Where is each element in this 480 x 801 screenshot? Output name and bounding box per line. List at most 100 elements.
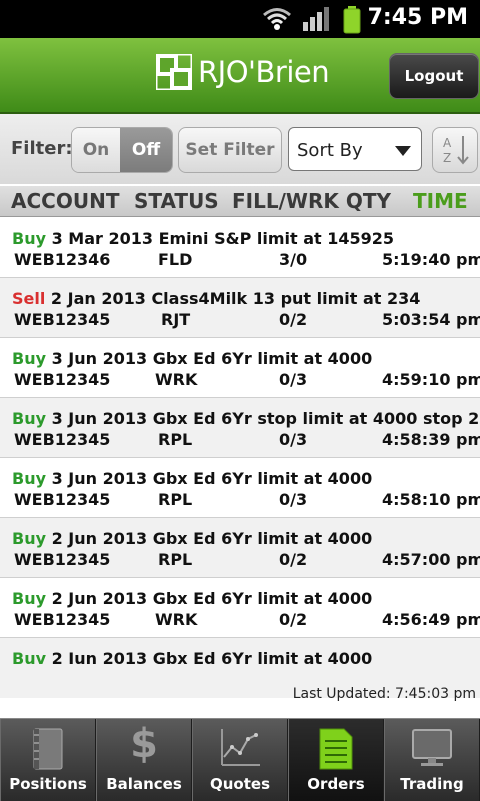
order-desc-text: 3 Jun 2013 Gbx Ed 6Yr limit at 4000 xyxy=(51,469,373,488)
app-header: RJO'Brien Logout xyxy=(0,38,480,114)
monitor-icon xyxy=(410,727,454,773)
status-bar: 7:45 PM xyxy=(0,0,480,38)
order-description: Buy 2 Jun 2013 Gbx Ed 6Yr limit at 4000 xyxy=(12,529,372,548)
tab-trading-label: Trading xyxy=(400,775,464,793)
tab-orders[interactable]: Orders xyxy=(288,719,384,801)
order-side: Buy xyxy=(12,469,47,488)
order-desc-text: 3 Jun 2013 Gbx Ed 6Yr limit at 4000 xyxy=(51,349,373,368)
order-desc-text: 3 Mar 2013 Emini S&P limit at 145925 xyxy=(51,229,395,248)
order-side: Buy xyxy=(12,589,47,608)
document-icon xyxy=(317,727,355,775)
order-account: WEB12345 xyxy=(14,310,111,329)
filter-toggle-on[interactable]: On xyxy=(72,128,120,172)
order-description: Buy 3 Jun 2013 Gbx Ed 6Yr stop limit at … xyxy=(12,409,480,428)
order-qty: 0/3 xyxy=(279,370,308,389)
set-filter-button[interactable]: Set Filter xyxy=(178,127,282,173)
chevron-down-icon xyxy=(395,146,411,156)
order-account: WEB12345 xyxy=(14,370,111,389)
order-time: 5:03:54 pm xyxy=(382,310,480,329)
order-account: WEB12346 xyxy=(14,250,111,269)
order-qty: 0/3 xyxy=(279,430,308,449)
line-chart-icon xyxy=(218,727,262,773)
notebook-icon xyxy=(30,727,66,775)
filter-label: Filter: xyxy=(11,138,73,159)
order-side: Sell xyxy=(12,289,46,308)
order-description: Sell 2 Jan 2013 Class4Milk 13 put limit … xyxy=(12,289,420,308)
order-side: Buv xyxy=(12,649,47,668)
tab-quotes-label: Quotes xyxy=(209,775,270,793)
order-account: WEB12345 xyxy=(14,490,111,509)
order-description: Buy 3 Jun 2013 Gbx Ed 6Yr limit at 4000 xyxy=(12,469,372,488)
column-fill-wrk-qty[interactable]: FILL/WRK QTY xyxy=(232,189,391,213)
order-time: 4:59:10 pm xyxy=(382,370,480,389)
order-description: Buy 2 Jun 2013 Gbx Ed 6Yr limit at 4000 xyxy=(12,589,372,608)
tab-positions-label: Positions xyxy=(9,775,87,793)
order-row[interactable]: Sell 2 Jan 2013 Class4Milk 13 put limit … xyxy=(0,278,480,338)
order-desc-text: 2 Jun 2013 Gbx Ed 6Yr limit at 4000 xyxy=(51,589,373,608)
order-desc-text: 2 Jan 2013 Class4Milk 13 put limit at 23… xyxy=(50,289,421,308)
order-qty: 0/2 xyxy=(279,610,308,629)
sort-by-value: Sort By xyxy=(297,140,363,161)
sort-az-icon: A Z xyxy=(433,136,477,176)
logout-button[interactable]: Logout xyxy=(389,53,479,99)
order-status: RPL xyxy=(158,490,193,509)
sort-by-select[interactable]: Sort By xyxy=(288,127,422,171)
order-side: Buy xyxy=(12,349,47,368)
order-account: WEB12345 xyxy=(14,430,111,449)
order-status: WRK xyxy=(155,610,198,629)
signal-icon xyxy=(302,6,330,36)
order-side: Buy xyxy=(12,529,47,548)
order-status: RPL xyxy=(158,550,193,569)
order-qty: 0/2 xyxy=(279,550,308,569)
order-time: 4:57:00 pm xyxy=(382,550,480,569)
order-row[interactable]: Buy 3 Mar 2013 Emini S&P limit at 145925… xyxy=(0,218,480,278)
order-time: 4:58:10 pm xyxy=(382,490,480,509)
order-status: FLD xyxy=(158,250,193,269)
order-time: 4:58:39 pm xyxy=(382,430,480,449)
tab-trading[interactable]: Trading xyxy=(384,719,480,801)
order-qty: 3/0 xyxy=(279,250,308,269)
order-description: Buy 3 Mar 2013 Emini S&P limit at 145925 xyxy=(12,229,394,248)
order-status: WRK xyxy=(155,370,198,389)
order-status: RJT xyxy=(161,310,191,329)
svg-text:Z: Z xyxy=(443,151,451,165)
order-qty: 0/2 xyxy=(279,310,308,329)
wifi-icon xyxy=(262,6,292,36)
order-description: Buy 3 Jun 2013 Gbx Ed 6Yr limit at 4000 xyxy=(12,349,372,368)
order-desc-text: 2 Jun 2013 Gbx Ed 6Yr limit at 4000 xyxy=(51,529,373,548)
logo-mark-icon xyxy=(154,52,194,92)
column-status[interactable]: STATUS xyxy=(134,189,219,213)
sort-direction-button[interactable]: A Z xyxy=(432,127,478,173)
column-account[interactable]: ACCOUNT xyxy=(11,189,119,213)
order-account: WEB12345 xyxy=(14,550,111,569)
order-side: Buy xyxy=(12,229,47,248)
order-row[interactable]: Buy 2 Jun 2013 Gbx Ed 6Yr limit at 4000 … xyxy=(0,518,480,578)
last-updated-text: Last Updated: 7:45:03 pm xyxy=(292,686,476,702)
bottom-tab-bar: Positions $ Balances Quotes Orders Tradi… xyxy=(0,718,480,801)
order-row[interactable]: Buy 3 Jun 2013 Gbx Ed 6Yr limit at 4000 … xyxy=(0,458,480,518)
svg-text:A: A xyxy=(443,136,452,150)
order-time: 5:19:40 pm xyxy=(382,250,480,269)
logo-text: RJO'Brien xyxy=(198,55,330,89)
order-description: Buv 2 Iun 2013 Gbx Ed 6Yr limit at 4000 xyxy=(12,649,372,668)
orders-column-header: ACCOUNT STATUS FILL/WRK QTY TIME xyxy=(0,186,480,217)
column-time[interactable]: TIME xyxy=(413,189,468,213)
tab-positions[interactable]: Positions xyxy=(0,719,96,801)
order-side: Buy xyxy=(12,409,47,428)
tab-quotes[interactable]: Quotes xyxy=(192,719,288,801)
order-row[interactable]: Buy 3 Jun 2013 Gbx Ed 6Yr limit at 4000 … xyxy=(0,338,480,398)
dollar-icon: $ xyxy=(130,721,158,767)
order-status: RPL xyxy=(158,430,193,449)
filter-toggle-off[interactable]: Off xyxy=(120,128,172,172)
order-row[interactable]: Buy 3 Jun 2013 Gbx Ed 6Yr stop limit at … xyxy=(0,398,480,458)
order-desc-text: 2 Iun 2013 Gbx Ed 6Yr limit at 4000 xyxy=(51,649,373,668)
battery-icon xyxy=(343,6,361,38)
filter-toggle[interactable]: On Off xyxy=(71,127,173,173)
order-qty: 0/3 xyxy=(279,490,308,509)
order-account: WEB12345 xyxy=(14,610,111,629)
order-row[interactable]: Buy 2 Jun 2013 Gbx Ed 6Yr limit at 4000 … xyxy=(0,578,480,638)
clock: 7:45 PM xyxy=(367,5,468,30)
rjobrien-logo: RJO'Brien xyxy=(154,52,330,92)
tab-orders-label: Orders xyxy=(307,775,365,793)
tab-balances[interactable]: $ Balances xyxy=(96,719,192,801)
